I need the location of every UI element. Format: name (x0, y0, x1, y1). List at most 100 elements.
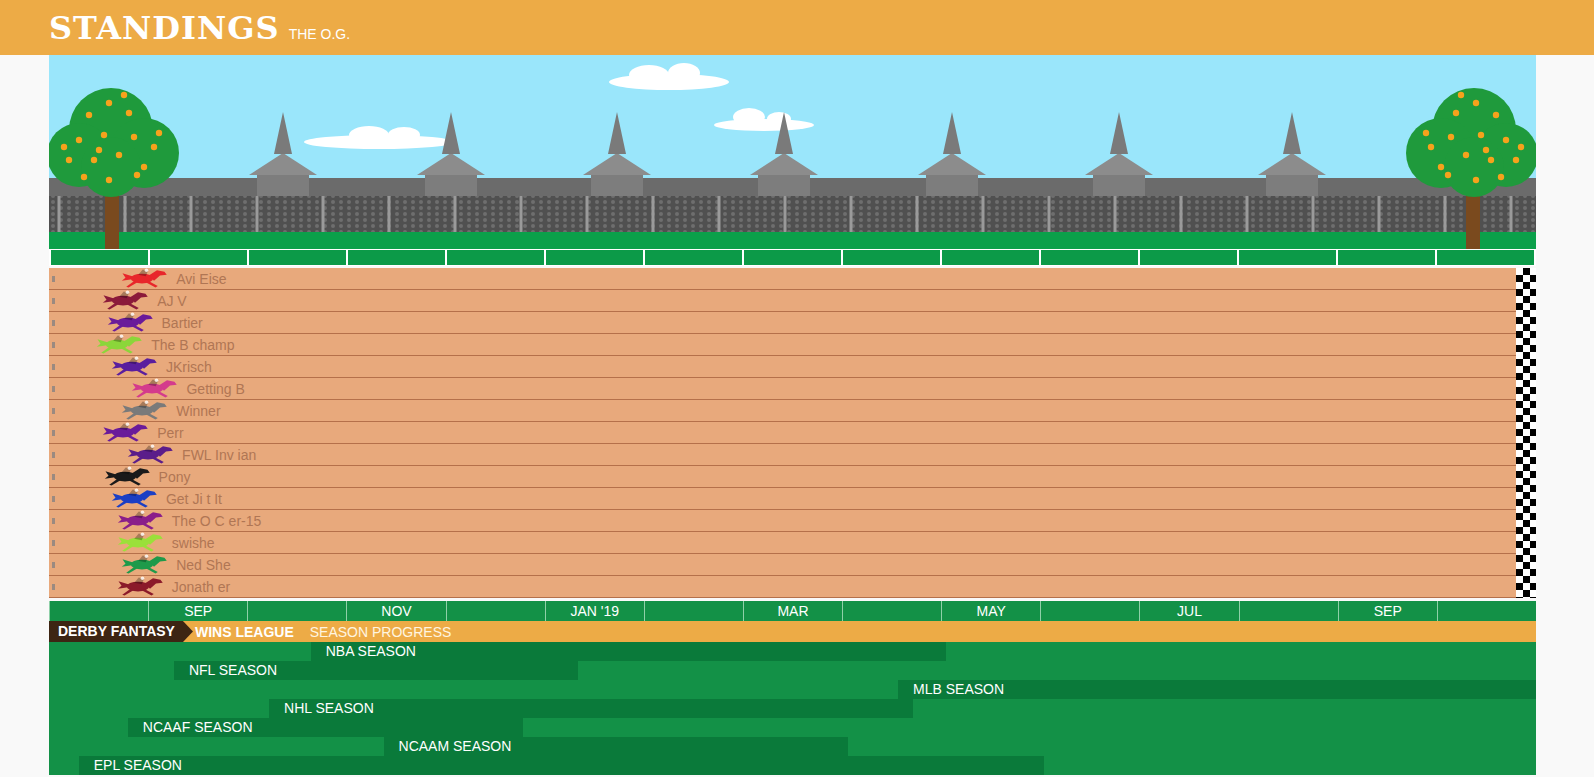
lane: Get Ji t It (49, 488, 1516, 510)
lane: Winner (49, 400, 1516, 422)
season-bar: MLB SEASON (898, 680, 1536, 699)
league-name: THE O.G. (289, 26, 350, 42)
spire-icon (417, 112, 485, 196)
horse-icon (92, 334, 148, 355)
rail-segment (1338, 250, 1435, 265)
month-label: JAN '19 (545, 601, 644, 621)
lane-marker (52, 430, 55, 436)
month-label: SEP (1338, 601, 1437, 621)
lane-marker (52, 320, 55, 326)
lane: AJ V (49, 290, 1516, 312)
rail-segment (1437, 250, 1534, 265)
month-axis: SEP NOV JAN '19 MAR MAY JUL SEP (49, 601, 1536, 621)
season-bar: NCAAM SEASON (384, 737, 848, 756)
grandstand (49, 112, 1536, 233)
lane: Jonath er (49, 576, 1516, 598)
horse-icon (107, 356, 163, 377)
horse-icon (103, 312, 159, 333)
lane-marker (52, 276, 55, 282)
rail-segment (942, 250, 1039, 265)
finish-line (1516, 268, 1536, 598)
season-label: NCAAM SEASON (384, 737, 512, 756)
racer-name: AJ V (157, 293, 187, 309)
lane-marker (52, 562, 55, 568)
infield-grass (49, 232, 1536, 249)
season-label: NBA SEASON (311, 642, 416, 661)
brand-badge[interactable]: DERBY FANTASY (49, 621, 193, 642)
spire-icon (583, 112, 651, 196)
racer-name: JKrisch (166, 359, 212, 375)
section-title: SEASON PROGRESS (310, 624, 452, 640)
season-label: NCAAF SEASON (128, 718, 253, 737)
month-label (1239, 601, 1338, 621)
horse-icon (117, 268, 173, 289)
horse-icon (117, 400, 173, 421)
spire-icon (918, 112, 986, 196)
month-label: MAY (941, 601, 1040, 621)
month-label (1040, 601, 1139, 621)
season-progress: NBA SEASON NFL SEASON MLB SEASON NHL SEA… (49, 642, 1536, 775)
rail-segment (447, 250, 544, 265)
tree-icon (1406, 88, 1536, 249)
racer-name: FWL Inv ian (182, 447, 256, 463)
lane-marker (52, 540, 55, 546)
spire-icon (249, 112, 317, 196)
rail-segment (1140, 250, 1237, 265)
racer-name: The B champ (151, 337, 234, 353)
season-bar: NBA SEASON (311, 642, 946, 661)
lane: swishe (49, 532, 1516, 554)
lane: Bartier (49, 312, 1516, 334)
month-label: MAR (743, 601, 842, 621)
lane-marker (52, 408, 55, 414)
month-label: SEP (148, 601, 247, 621)
top-bar: STANDINGS THE O.G. (0, 0, 1594, 55)
season-bar: NFL SEASON (174, 661, 578, 680)
race-track: Avi Eise AJ V Bartier The B champ JKrisc… (49, 268, 1536, 598)
race-board: Avi Eise AJ V Bartier The B champ JKrisc… (49, 55, 1536, 775)
lane: The O C er-15 (49, 510, 1516, 532)
rail-segment (546, 250, 643, 265)
racer-name: Getting B (186, 381, 244, 397)
lane-marker (52, 474, 55, 480)
racer-name: The O C er-15 (172, 513, 261, 529)
racer-name: Pony (159, 469, 191, 485)
horse-icon (113, 532, 169, 553)
racer-name: Get Ji t It (166, 491, 222, 507)
tree-icon (49, 88, 179, 249)
season-label: NFL SEASON (174, 661, 277, 680)
lane: Getting B (49, 378, 1516, 400)
page-title: STANDINGS (49, 8, 280, 48)
rail-segment (645, 250, 742, 265)
lane-marker (52, 518, 55, 524)
month-label: NOV (346, 601, 445, 621)
lane: The B champ (49, 334, 1516, 356)
month-label: JUL (1139, 601, 1238, 621)
lane: JKrisch (49, 356, 1516, 378)
spire-icon (1258, 112, 1326, 196)
horse-icon (123, 444, 179, 465)
lane-marker (52, 364, 55, 370)
season-row: EPL SEASON (49, 756, 1536, 775)
rail-segment (843, 250, 940, 265)
lane-marker (52, 452, 55, 458)
month-label (842, 601, 941, 621)
month-label (644, 601, 743, 621)
season-row: NBA SEASON (49, 642, 1536, 661)
horse-icon (100, 466, 156, 487)
season-label: EPL SEASON (79, 756, 182, 775)
rail-segment (744, 250, 841, 265)
horse-icon (107, 488, 163, 509)
lane: Perr (49, 422, 1516, 444)
season-row: NCAAF SEASON (49, 718, 1536, 737)
cloud-icon (714, 108, 814, 131)
season-bar: NCAAF SEASON (128, 718, 524, 737)
racetrack-scene-icon (49, 55, 1536, 249)
rail-segment (150, 250, 247, 265)
racer-name: Ned She (176, 557, 230, 573)
rail-segment (348, 250, 445, 265)
lane: FWL Inv ian (49, 444, 1516, 466)
racer-name: Bartier (162, 315, 203, 331)
month-label (1437, 601, 1536, 621)
spire-icon (1085, 112, 1153, 196)
racer-name: Jonath er (172, 579, 230, 595)
